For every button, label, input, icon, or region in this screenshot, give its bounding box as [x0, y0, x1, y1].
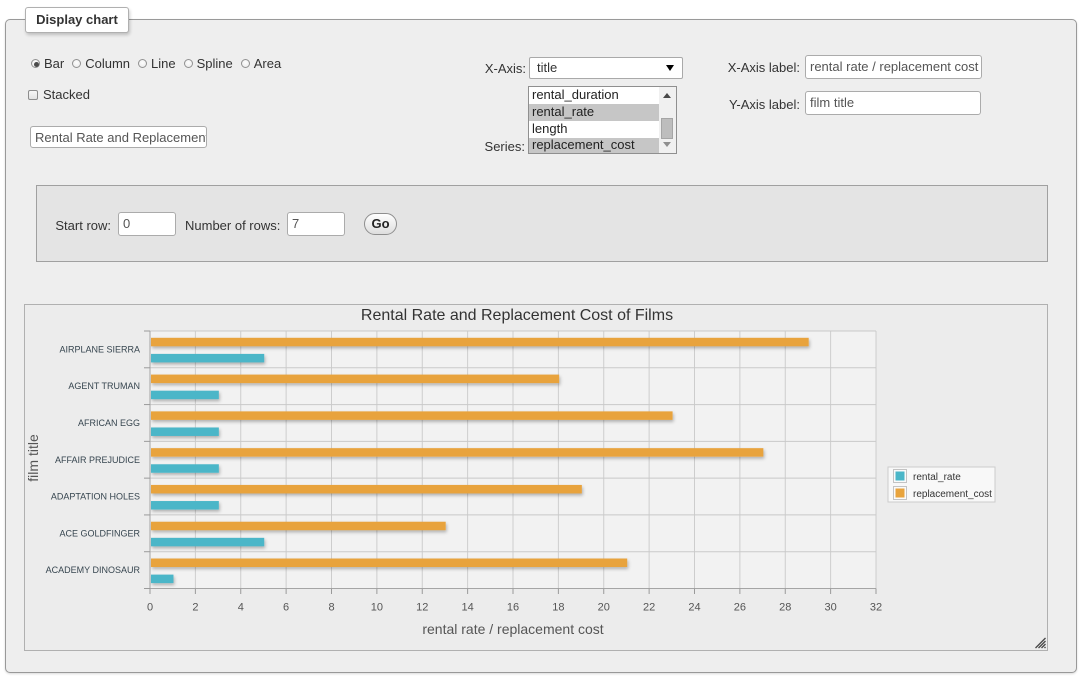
svg-text:AIRPLANE SIERRA: AIRPLANE SIERRA — [59, 344, 140, 354]
svg-text:4: 4 — [238, 602, 244, 614]
svg-text:0: 0 — [147, 602, 153, 614]
svg-text:30: 30 — [824, 602, 836, 614]
svg-text:AFRICAN EGG: AFRICAN EGG — [78, 418, 140, 428]
svg-text:ADAPTATION HOLES: ADAPTATION HOLES — [51, 492, 140, 502]
svg-text:AGENT TRUMAN: AGENT TRUMAN — [68, 381, 140, 391]
svg-text:ACADEMY DINOSAUR: ACADEMY DINOSAUR — [46, 565, 141, 575]
svg-text:10: 10 — [371, 602, 383, 614]
svg-text:20: 20 — [598, 602, 610, 614]
svg-text:film title: film title — [25, 434, 41, 482]
svg-text:24: 24 — [688, 602, 700, 614]
svg-text:28: 28 — [779, 602, 791, 614]
svg-text:8: 8 — [328, 602, 334, 614]
svg-text:2: 2 — [192, 602, 198, 614]
svg-text:replacement_cost: replacement_cost — [913, 489, 992, 500]
svg-text:32: 32 — [870, 602, 882, 614]
svg-text:22: 22 — [643, 602, 655, 614]
svg-text:ACE GOLDFINGER: ACE GOLDFINGER — [59, 528, 140, 538]
svg-text:26: 26 — [734, 602, 746, 614]
svg-text:rental rate / replacement cost: rental rate / replacement cost — [422, 621, 603, 637]
svg-text:rental_rate: rental_rate — [913, 472, 961, 483]
svg-text:6: 6 — [283, 602, 289, 614]
svg-text:AFFAIR PREJUDICE: AFFAIR PREJUDICE — [55, 455, 140, 465]
svg-text:Rental Rate and Replacement Co: Rental Rate and Replacement Cost of Film… — [361, 307, 673, 324]
svg-text:12: 12 — [416, 602, 428, 614]
svg-text:18: 18 — [552, 602, 564, 614]
svg-text:14: 14 — [461, 602, 473, 614]
svg-text:16: 16 — [507, 602, 519, 614]
